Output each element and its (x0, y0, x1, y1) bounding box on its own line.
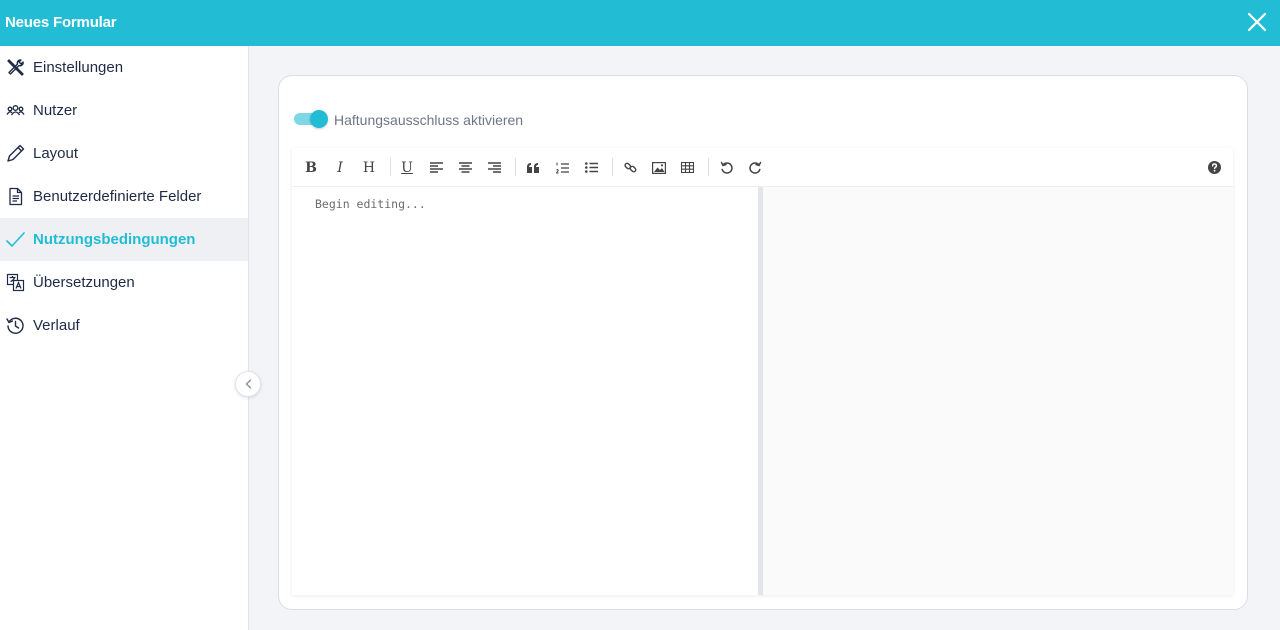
toolbar-separator (515, 158, 516, 176)
toolbar-separator (390, 158, 391, 176)
sidebar-item-label: Nutzungsbedingungen (33, 231, 196, 248)
link-icon[interactable] (623, 159, 637, 176)
sidebar-item-nutzer[interactable]: Nutzer (0, 89, 248, 132)
ordered-list-icon[interactable] (555, 159, 569, 176)
users-icon (6, 101, 25, 120)
bold-button[interactable]: B (304, 159, 318, 176)
align-left-icon[interactable] (429, 159, 443, 176)
translate-icon (6, 273, 25, 292)
sidebar-item-benutzerdefinierte-felder[interactable]: Benutzerdefinierte Felder (0, 175, 248, 218)
image-icon[interactable] (651, 159, 666, 176)
sidebar-item-uebersetzungen[interactable]: Übersetzungen (0, 261, 248, 304)
sidebar: Einstellungen Nutzer Layout Benutzerdefi… (0, 46, 249, 630)
toolbar-separator (612, 158, 613, 176)
sidebar-item-label: Nutzer (33, 102, 78, 119)
sidebar-item-verlauf[interactable]: Verlauf (0, 304, 248, 347)
sidebar-item-nutzungsbedingungen[interactable]: Nutzungsbedingungen (0, 218, 248, 261)
heading-button[interactable]: H (361, 159, 377, 176)
redo-icon[interactable] (748, 159, 762, 176)
italic-button[interactable]: I (333, 159, 347, 176)
sidebar-item-label: Layout (33, 145, 79, 162)
pen-icon (6, 144, 25, 163)
sidebar-item-einstellungen[interactable]: Einstellungen (0, 46, 248, 89)
align-right-icon[interactable] (487, 159, 501, 176)
editor-placeholder: Begin editing... (315, 197, 426, 211)
close-icon[interactable] (1244, 9, 1270, 35)
document-icon (6, 187, 25, 206)
editor-input-pane[interactable]: Begin editing... (292, 187, 758, 595)
sidebar-item-label: Einstellungen (33, 59, 124, 76)
editor-preview-pane (763, 187, 1233, 595)
toolbar-separator (708, 158, 709, 176)
align-center-icon[interactable] (458, 159, 472, 176)
page-title: Neues Formular (5, 14, 117, 31)
history-icon (6, 316, 25, 335)
collapse-sidebar-button[interactable] (235, 371, 261, 397)
checkmark-icon (6, 230, 25, 249)
sidebar-item-label: Benutzerdefinierte Felder (33, 188, 202, 205)
sidebar-item-label: Verlauf (33, 317, 80, 334)
tools-icon (6, 58, 25, 77)
toggle-knob (310, 110, 328, 128)
table-icon[interactable] (680, 159, 694, 176)
markdown-editor: B I H U Begin editing... (292, 148, 1233, 595)
quote-icon[interactable] (526, 159, 540, 176)
top-bar: Neues Formular (0, 0, 1280, 46)
editor-toolbar: B I H U (292, 148, 1233, 187)
sidebar-item-label: Übersetzungen (33, 274, 135, 291)
help-icon[interactable] (1207, 159, 1221, 176)
disclaimer-toggle-label: Haftungsausschluss aktivieren (334, 112, 524, 128)
disclaimer-toggle[interactable] (294, 110, 328, 128)
underline-button[interactable]: U (400, 159, 414, 176)
sidebar-item-layout[interactable]: Layout (0, 132, 248, 175)
undo-icon[interactable] (719, 159, 733, 176)
bullet-list-icon[interactable] (584, 159, 598, 176)
